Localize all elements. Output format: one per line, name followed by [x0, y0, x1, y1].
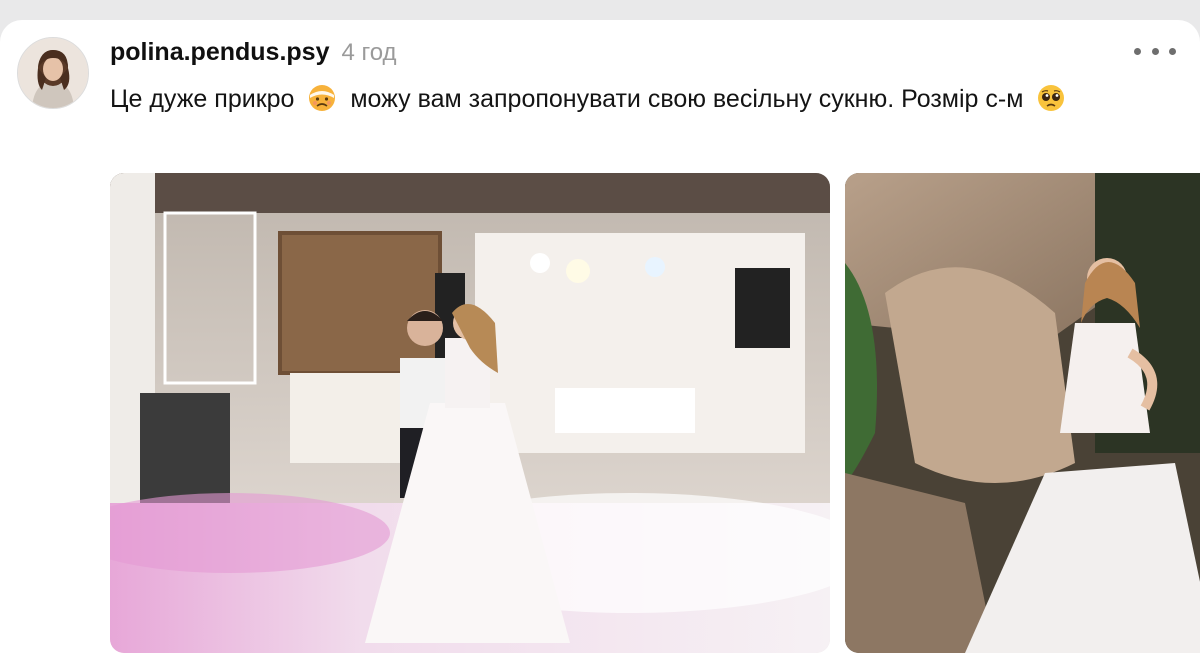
- first-dance-photo[interactable]: [110, 173, 830, 653]
- username-link[interactable]: polina.pendus.psy: [110, 38, 329, 67]
- post-timestamp: 4 год: [341, 39, 397, 66]
- face-with-head-bandage-icon: [309, 85, 336, 111]
- bride-photo[interactable]: [845, 173, 1200, 653]
- dot-icon: [1151, 47, 1159, 55]
- dot-icon: [1134, 47, 1141, 55]
- pleading-face-icon: [1038, 85, 1065, 111]
- post-text-part-1: Це дуже прикро: [110, 85, 295, 113]
- post-card: polina.pendus.psy 4 год Це дуже прикро м…: [0, 20, 1200, 660]
- post-header: polina.pendus.psy 4 год: [110, 38, 397, 67]
- more-options-button[interactable]: [1134, 38, 1176, 64]
- avatar[interactable]: [17, 37, 89, 109]
- post-text: Це дуже прикро можу вам запропонувати св…: [110, 80, 1160, 118]
- dot-icon: [1169, 47, 1176, 55]
- post-text-part-2: можу вам запропонувати свою весільну сук…: [350, 85, 1024, 113]
